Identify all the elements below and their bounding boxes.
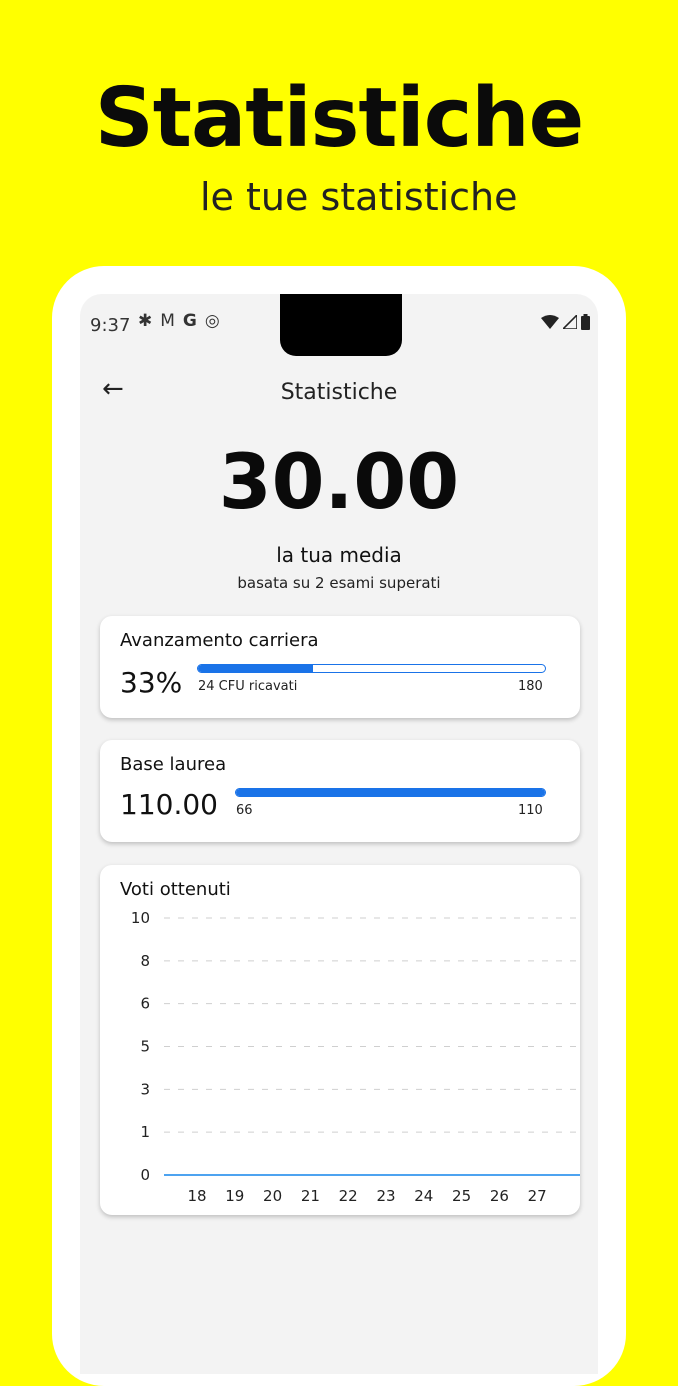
status-icons-right [541,314,590,330]
x-tick-label: 25 [452,1187,471,1205]
y-tick-label: 10 [131,909,150,927]
status-icons-left: ✱ M G ◎ [138,313,220,330]
battery-icon [581,314,590,330]
vpn-icon: ◎ [204,311,220,331]
y-tick-label: 3 [140,1080,150,1098]
gmail-icon: M [160,311,175,331]
app-bar-title: Statistiche [280,380,398,405]
x-tick-label: 21 [301,1187,320,1205]
base-laurea-value: 110.00 [120,788,218,821]
career-card-title: Avanzamento carriera [120,630,319,651]
average-value: 30.00 [218,437,460,526]
base-laurea-min-label: 66 [236,803,253,818]
google-icon: G [182,311,197,331]
x-tick-label: 19 [225,1187,244,1205]
base-laurea-max-label: 110 [518,803,543,818]
career-percent: 33% [120,666,183,699]
base-laurea-title: Base laurea [120,754,227,775]
promo-subtitle: le tue statistiche [200,175,518,219]
x-tick-label: 23 [376,1187,395,1205]
promo-title: Statistiche [94,71,585,166]
base-laurea-bar [235,788,546,797]
y-tick-label: 6 [140,995,150,1013]
phone-screen: 9:37 ✱ M G ◎ ← Statistiche 30.00 la tua … [80,294,598,1374]
camera-notch [280,294,402,356]
career-card: Avanzamento carriera 33% 24 CFU ricavati… [100,616,580,718]
x-tick-label: 26 [490,1187,509,1205]
x-tick-label: 27 [528,1187,547,1205]
grades-chart: 1086531018 19 20 21 22 23 24 25 26 27 [131,909,580,1205]
signal-icon [563,315,577,329]
grades-chart-card: Voti ottenuti 10 8 6 5 3 1 0 18 19 20 21 22 23 24 25 26… [100,865,580,1215]
base-laurea-card: Base laurea 110.00 66 110 [100,740,580,842]
y-tick-label: 0 [140,1166,150,1184]
x-tick-label: 24 [414,1187,433,1205]
x-tick-label: 18 [187,1187,206,1205]
average-label: la tua media [276,543,402,567]
x-tick-label: 20 [263,1187,282,1205]
career-progress-label: 24 CFU ricavati [198,679,298,694]
gear-icon: ✱ [138,311,153,331]
wifi-icon [541,315,559,329]
y-tick-label: 5 [140,1038,150,1056]
x-tick-label: 22 [339,1187,358,1205]
y-tick-label: 8 [140,952,150,970]
career-progress-bar [197,664,546,673]
y-tick-label: 1 [140,1123,150,1141]
career-progress-fill [198,665,313,672]
average-subtitle: basata su 2 esami superati [237,574,441,592]
base-laurea-fill [236,789,545,796]
career-max-label: 180 [518,679,543,694]
status-time: 9:37 [90,315,131,336]
